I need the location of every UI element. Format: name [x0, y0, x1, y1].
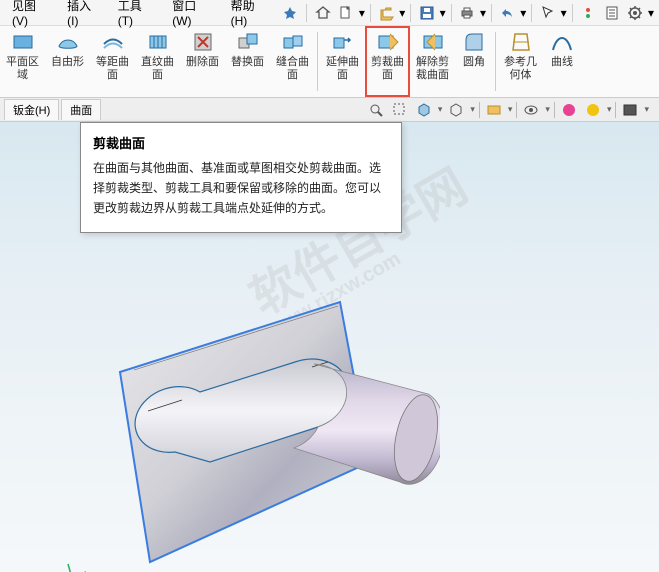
undo-icon[interactable] [497, 2, 519, 24]
home-icon[interactable] [312, 2, 334, 24]
ribbon-ruled-surface[interactable]: 直纹曲面 [135, 26, 180, 97]
delete-face-icon [191, 30, 215, 54]
new-dropdown[interactable]: ▾ [358, 6, 366, 20]
ribbon-label: 圆角 [463, 56, 485, 69]
ribbon-offset-surface[interactable]: 等距曲面 [90, 26, 135, 97]
ribbon-label: 曲线 [551, 56, 573, 69]
open-dropdown[interactable]: ▾ [398, 6, 406, 20]
ribbon-knit-surface[interactable]: 缝合曲面 [270, 26, 315, 97]
tab-surface[interactable]: 曲面 [61, 99, 101, 120]
ribbon-untrim-surface[interactable]: 解除剪裁曲面 [410, 26, 455, 97]
model[interactable]: ✱ [60, 262, 440, 572]
ribbon-label: 延伸曲面 [326, 56, 359, 82]
menubar: 见图(V) 插入(I) 工具(T) 窗口(W) 帮助(H) ▾ ▾ ▾ ▾ ▾ … [0, 0, 659, 26]
new-icon[interactable] [336, 2, 358, 24]
hide-show-icon[interactable] [521, 100, 541, 120]
tab-sheetmetal[interactable]: 钣金(H) [4, 99, 59, 120]
ribbon-label: 参考几何体 [504, 56, 537, 82]
menu-window[interactable]: 窗口(W) [164, 0, 222, 28]
ribbon-label: 等距曲面 [96, 56, 129, 82]
ribbon-extend-surface[interactable]: 延伸曲面 [320, 26, 365, 97]
print-icon[interactable] [457, 2, 479, 24]
ribbon-delete-face[interactable]: 删除面 [180, 26, 225, 97]
curve-icon [550, 30, 574, 54]
section-view-icon[interactable] [484, 100, 504, 120]
scene-icon[interactable] [583, 100, 603, 120]
ribbon-trim-surface[interactable]: 剪裁曲面 [365, 26, 410, 97]
select-icon[interactable] [537, 2, 559, 24]
save-dropdown[interactable]: ▾ [439, 6, 447, 20]
zoom-area-icon[interactable] [390, 100, 410, 120]
tabbar: 钣金(H) 曲面 ▾ ▾ ▾ ▾ ▾ ▾ [0, 98, 659, 122]
save-icon[interactable] [416, 2, 438, 24]
ribbon-label: 删除面 [186, 56, 219, 69]
ribbon-label: 自由形 [51, 56, 84, 69]
ribbon-reference-geometry[interactable]: 参考几何体 [498, 26, 543, 97]
render-icon[interactable] [620, 100, 640, 120]
ribbon-freeform[interactable]: 自由形 [45, 26, 90, 97]
ribbon-label: 解除剪裁曲面 [416, 56, 449, 82]
ribbon: 平面区域 自由形 等距曲面 直纹曲面 删除面 替换面 缝合曲面 延伸曲面 剪裁曲… [0, 26, 659, 98]
pin-icon[interactable] [279, 2, 301, 24]
file-properties-icon[interactable] [601, 2, 623, 24]
ribbon-label: 直纹曲面 [141, 56, 174, 82]
ribbon-plane-region[interactable]: 平面区域 [0, 26, 45, 97]
view-toolbar: ▾ ▾ ▾ ▾ ▾ ▾ [366, 100, 655, 120]
ribbon-label: 缝合曲面 [276, 56, 309, 82]
ribbon-replace-face[interactable]: 替换面 [225, 26, 270, 97]
view-orientation-icon[interactable] [414, 100, 434, 120]
print-dropdown[interactable]: ▾ [479, 6, 487, 20]
select-dropdown[interactable]: ▾ [560, 6, 568, 20]
offset-surface-icon [101, 30, 125, 54]
ribbon-label: 平面区域 [6, 56, 39, 82]
appearance-icon[interactable] [559, 100, 579, 120]
extend-surface-icon [331, 30, 355, 54]
reference-geometry-icon [509, 30, 533, 54]
ribbon-fillet[interactable]: 圆角 [455, 26, 493, 97]
options-icon[interactable] [625, 2, 647, 24]
plane-region-icon [11, 30, 35, 54]
display-style-icon[interactable] [446, 100, 466, 120]
ruled-surface-icon [146, 30, 170, 54]
tooltip: 剪裁曲面 在曲面与其他曲面、基准面或草图相交处剪裁曲面。选择剪裁类型、剪裁工具和… [80, 122, 402, 233]
tooltip-title: 剪裁曲面 [93, 133, 389, 152]
tooltip-body: 在曲面与其他曲面、基准面或草图相交处剪裁曲面。选择剪裁类型、剪裁工具和要保留或移… [93, 158, 389, 218]
rebuild-icon[interactable] [578, 2, 600, 24]
untrim-surface-icon [421, 30, 445, 54]
fillet-icon [462, 30, 486, 54]
knit-surface-icon [281, 30, 305, 54]
menu-view[interactable]: 见图(V) [4, 0, 59, 28]
menu-help[interactable]: 帮助(H) [223, 0, 279, 28]
zoom-fit-icon[interactable] [366, 100, 386, 120]
undo-dropdown[interactable]: ▾ [519, 6, 527, 20]
ribbon-curve[interactable]: 曲线 [543, 26, 581, 97]
options-dropdown[interactable]: ▾ [647, 6, 655, 20]
menu-insert[interactable]: 插入(I) [59, 0, 110, 28]
trim-surface-icon [376, 30, 400, 54]
ribbon-label: 替换面 [231, 56, 264, 69]
open-icon[interactable] [376, 2, 398, 24]
freeform-icon [56, 30, 80, 54]
menu-tools[interactable]: 工具(T) [110, 0, 165, 28]
replace-face-icon [236, 30, 260, 54]
ribbon-label: 剪裁曲面 [371, 56, 404, 82]
